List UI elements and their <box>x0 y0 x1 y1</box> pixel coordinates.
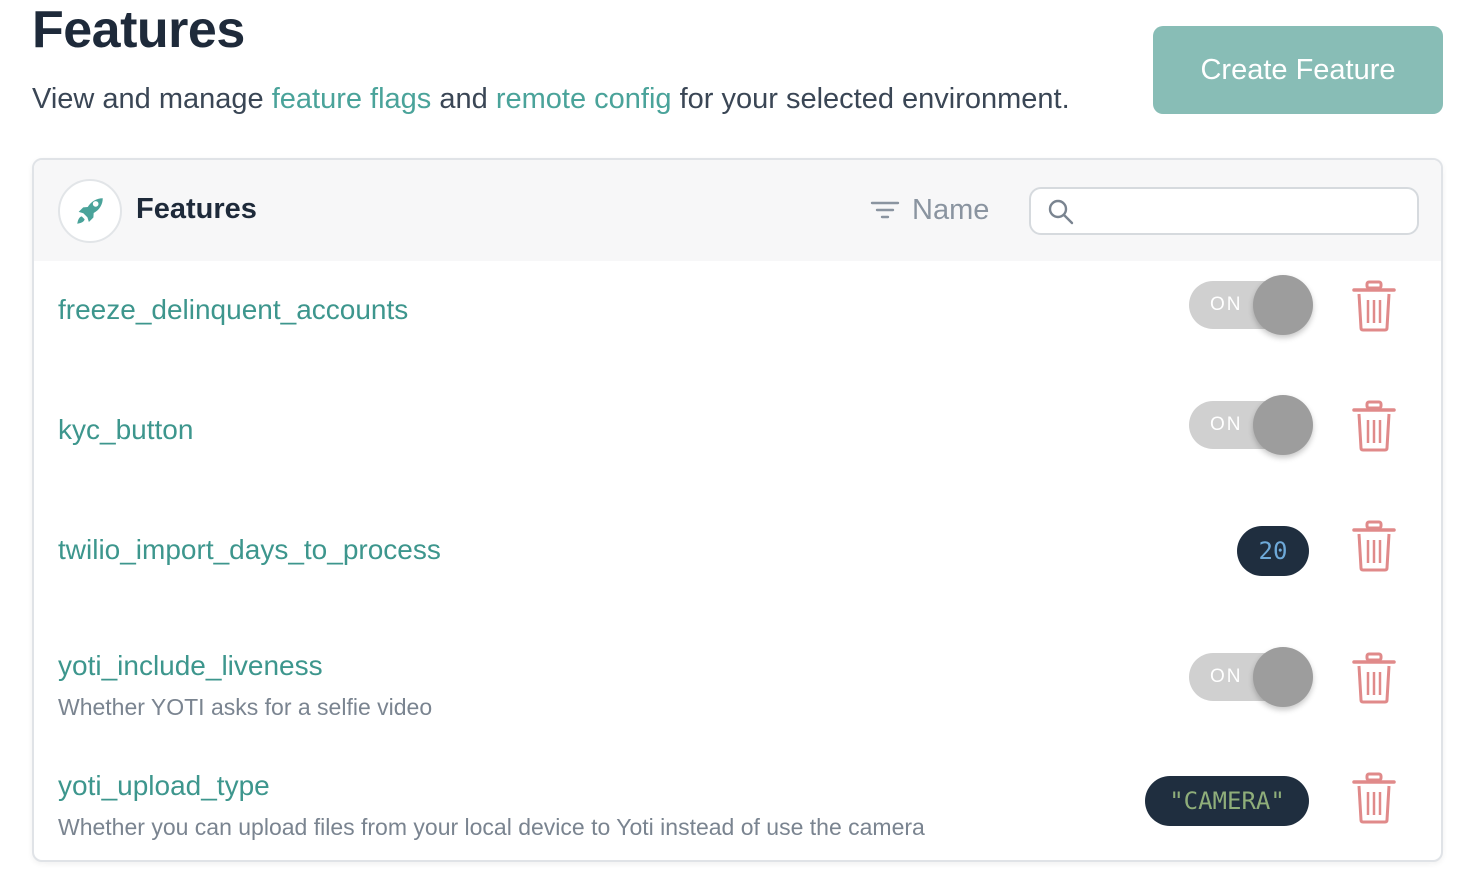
subtitle-text-start: View and manage <box>32 83 272 115</box>
feature-toggle[interactable]: ON <box>1189 647 1313 709</box>
search-icon <box>1048 199 1074 225</box>
trash-icon[interactable] <box>1352 400 1396 452</box>
search-input[interactable] <box>1083 193 1403 229</box>
feature-row[interactable]: freeze_delinquent_accounts ON <box>34 261 1441 381</box>
feature-name[interactable]: twilio_import_days_to_process <box>58 533 441 567</box>
feature-name[interactable]: yoti_include_liveness <box>58 649 323 683</box>
feature-value-pill[interactable]: "CAMERA" <box>1145 776 1309 826</box>
page-title: Features <box>32 1 245 59</box>
feature-flags-link[interactable]: feature flags <box>272 83 432 115</box>
sort-label: Name <box>912 193 990 226</box>
search-box <box>1029 187 1419 235</box>
create-feature-button[interactable]: Create Feature <box>1153 26 1443 114</box>
feature-row[interactable]: yoti_upload_type Whether you can upload … <box>34 741 1441 860</box>
toggle-label: ON <box>1210 414 1243 435</box>
feature-value-pill[interactable]: 20 <box>1237 526 1309 576</box>
toggle-knob <box>1253 275 1313 335</box>
feature-name[interactable]: yoti_upload_type <box>58 769 270 803</box>
trash-icon[interactable] <box>1352 520 1396 572</box>
page-subtitle: View and manage feature flags and remote… <box>32 80 1070 118</box>
features-panel: Features Name freeze_delinquent_accounts… <box>32 158 1443 862</box>
toggle-knob <box>1253 395 1313 455</box>
toggle-label: ON <box>1210 666 1243 687</box>
remote-config-link[interactable]: remote config <box>496 83 672 115</box>
feature-row[interactable]: twilio_import_days_to_process 20 <box>34 501 1441 621</box>
toggle-knob <box>1253 647 1313 707</box>
sort-by-name-control[interactable]: Name <box>870 190 989 230</box>
subtitle-text-end: for your selected environment. <box>671 83 1070 115</box>
trash-icon[interactable] <box>1352 652 1396 704</box>
panel-title: Features <box>136 193 257 225</box>
feature-toggle[interactable]: ON <box>1189 395 1313 457</box>
trash-icon[interactable] <box>1352 772 1396 824</box>
trash-icon[interactable] <box>1352 280 1396 332</box>
feature-toggle[interactable]: ON <box>1189 275 1313 337</box>
feature-description: Whether YOTI asks for a selfie video <box>58 694 433 720</box>
feature-description: Whether you can upload files from your l… <box>58 814 925 840</box>
feature-row[interactable]: kyc_button ON <box>34 381 1441 501</box>
rocket-icon <box>77 198 103 224</box>
feature-name[interactable]: kyc_button <box>58 413 193 447</box>
feature-name[interactable]: freeze_delinquent_accounts <box>58 293 408 327</box>
panel-icon-circle <box>58 179 122 243</box>
subtitle-text-mid: and <box>431 83 496 115</box>
feature-row[interactable]: yoti_include_liveness Whether YOTI asks … <box>34 621 1441 741</box>
panel-header: Features Name <box>34 160 1441 261</box>
filter-lines-icon <box>870 201 900 219</box>
toggle-label: ON <box>1210 294 1243 315</box>
